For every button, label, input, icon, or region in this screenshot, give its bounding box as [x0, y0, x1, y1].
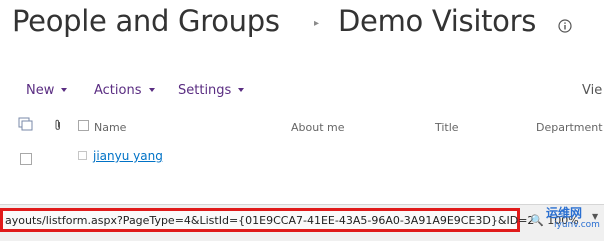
attachment-icon [54, 119, 62, 134]
info-icon[interactable] [558, 18, 572, 37]
row-select-checkbox[interactable] [20, 153, 32, 165]
watermark-logo: 运维网 iyunv.com [530, 204, 600, 236]
breadcrumb-root[interactable]: People and Groups [12, 4, 280, 38]
status-url: ayouts/listform.aspx?PageType=4&ListId={… [5, 214, 535, 227]
breadcrumb-separator: ▸ [314, 18, 320, 29]
column-header-about-me[interactable]: About me [291, 121, 345, 134]
dropdown-caret-icon [238, 88, 245, 92]
column-header-title[interactable]: Title [435, 121, 459, 134]
actions-label: Actions [94, 83, 142, 98]
settings-label: Settings [178, 83, 232, 98]
new-label: New [26, 83, 55, 98]
name-column-checkbox[interactable] [78, 120, 89, 131]
user-name-link[interactable]: jianyu yang [93, 149, 163, 163]
select-all-icon[interactable] [18, 117, 34, 134]
dropdown-caret-icon [148, 88, 155, 92]
view-label: Vie [582, 83, 603, 98]
page-title: Demo Visitors [338, 4, 537, 38]
watermark-domain: iyunv.com [554, 220, 600, 230]
column-header-name[interactable]: Name [94, 121, 126, 134]
row-item-checkbox[interactable] [78, 151, 87, 160]
view-menu-button[interactable]: Vie [582, 83, 602, 98]
column-header-department[interactable]: Department [536, 121, 603, 134]
new-menu-button[interactable]: New [26, 83, 68, 98]
dropdown-caret-icon [61, 88, 68, 92]
watermark-cn: 运维网 [546, 206, 583, 220]
actions-menu-button[interactable]: Actions [94, 83, 155, 98]
settings-menu-button[interactable]: Settings [178, 83, 245, 98]
url-highlight-box: ayouts/listform.aspx?PageType=4&ListId={… [0, 208, 534, 232]
